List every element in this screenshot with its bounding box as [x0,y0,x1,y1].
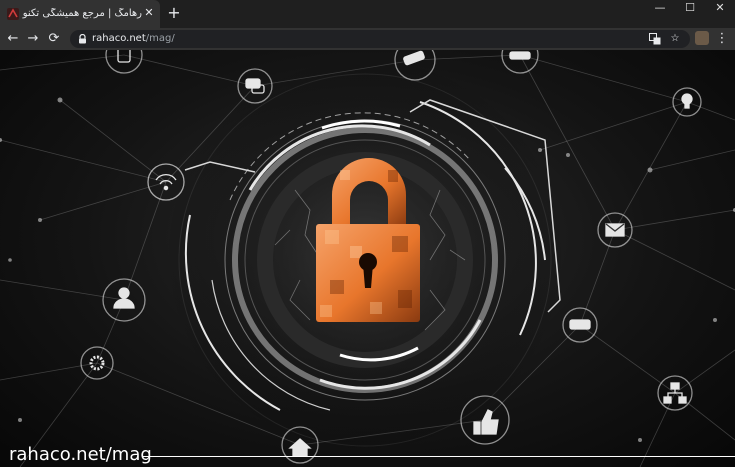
back-button[interactable]: ← [4,30,22,48]
lock-icon[interactable] [78,34,87,44]
browser-tab[interactable]: رهامگ | مرجع همیشگی تکنولوژی | ✕ [0,0,160,28]
address-bar[interactable]: rahaco.net/mag/ ☆ [70,30,690,48]
site-favicon-icon [7,8,19,20]
maximize-button[interactable]: ☐ [675,0,705,18]
cyber-security-illustration [0,50,735,467]
browser-menu-button[interactable]: ⋮ [714,30,730,48]
new-tab-button[interactable]: + [166,4,182,22]
network-hierarchy-icon [657,375,693,411]
tab-strip: رهامگ | مرجع همیشگی تکنولوژی | ✕ + — ☐ ✕ [0,0,735,28]
minimize-button[interactable]: — [645,0,675,18]
lightbulb-icon [672,87,702,117]
tab-close-icon[interactable]: ✕ [143,6,155,20]
url-path: /mag/ [145,33,175,44]
mobile-phone-icon [105,50,143,74]
tab-title: رهامگ | مرجع همیشگی تکنولوژی | [22,8,142,19]
email-icon [597,212,633,248]
hero-image: rahaco.net/mag [0,50,735,467]
router-icon [562,307,598,343]
translate-icon[interactable] [648,32,662,46]
browser-toolbar: ← → ⟳ rahaco.net/mag/ ☆ [0,28,735,50]
url-domain: rahaco.net [92,33,146,44]
extension-icon[interactable] [695,31,709,45]
url-text: rahaco.net/mag/ [92,33,175,45]
bookmark-star-icon[interactable]: ☆ [668,32,682,46]
watermark-underline [143,456,735,457]
reload-button[interactable]: ⟳ [45,30,63,48]
car-icon [501,50,539,74]
site-watermark: rahaco.net/mag [9,444,152,465]
close-window-button[interactable]: ✕ [705,0,735,18]
user-icon [102,278,146,322]
forward-button[interactable]: → [24,30,42,48]
